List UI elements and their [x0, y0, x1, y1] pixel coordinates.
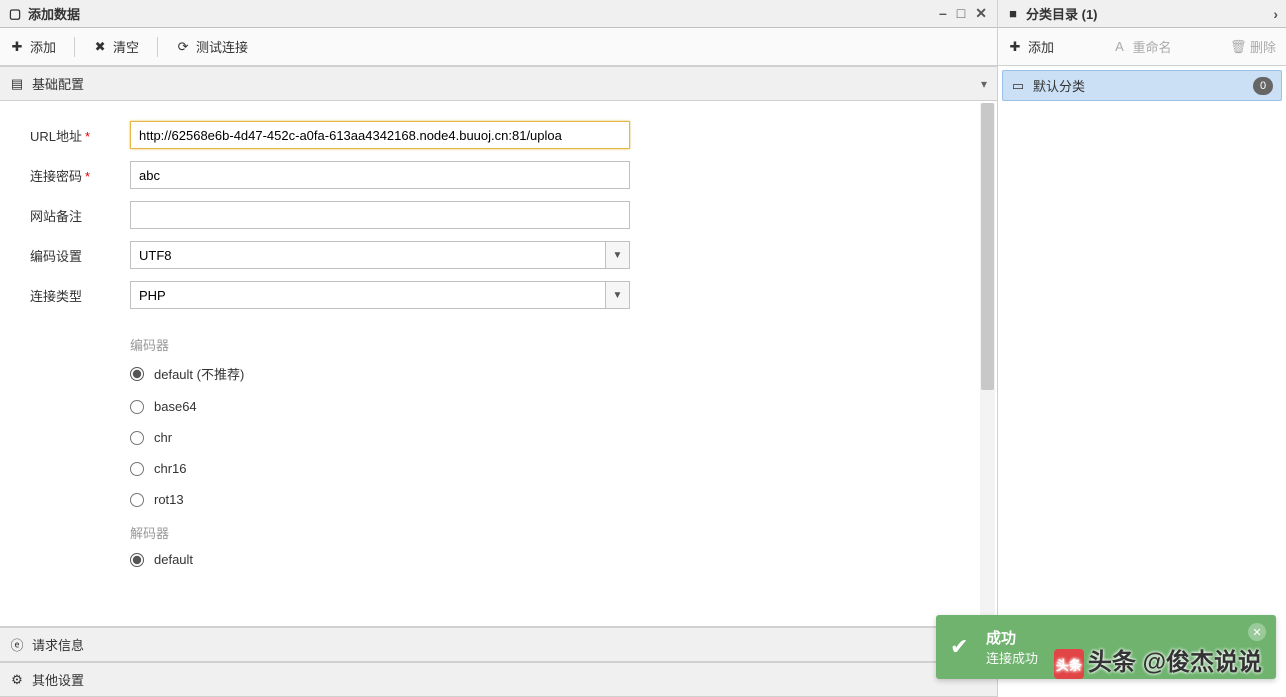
encoding-select[interactable] [130, 241, 630, 269]
tree-item-count-badge: 0 [1253, 77, 1273, 95]
right-rename-button[interactable]: A 重命名 [1112, 37, 1171, 56]
encoder-radio-chr16[interactable] [130, 462, 144, 476]
folder-open-icon: ▭ [1011, 78, 1025, 94]
right-delete-button[interactable]: 🗑 删除 [1230, 37, 1276, 56]
encoder-group-label: 编码器 [130, 335, 630, 354]
required-mark: * [85, 129, 90, 144]
document-icon: ▤ [10, 76, 24, 92]
url-label: URL地址 [30, 129, 82, 144]
spinner-icon: ⟳ [176, 39, 190, 55]
right-delete-label: 删除 [1250, 37, 1276, 56]
type-label: 连接类型 [30, 289, 82, 304]
toast-title: 成功 [986, 627, 1236, 648]
window-icon: ▢ [8, 6, 22, 22]
encoder-option[interactable]: chr16 [130, 461, 630, 476]
success-toast: ✔ ✕ 成功 连接成功 [936, 615, 1276, 679]
tree-item-default[interactable]: ▭ 默认分类 0 [1002, 70, 1282, 101]
note-label: 网站备注 [30, 209, 82, 224]
section-other-label: 其他设置 [32, 670, 84, 689]
toast-close-button[interactable]: ✕ [1248, 623, 1266, 641]
toolbar-separator [74, 37, 75, 57]
clear-label: 清空 [113, 37, 139, 56]
encoder-radio-base64[interactable] [130, 400, 144, 414]
encoder-radio-label: chr16 [154, 461, 187, 476]
note-input[interactable] [130, 201, 630, 229]
globe-icon: ⓔ [10, 635, 24, 654]
scroll-thumb[interactable] [981, 103, 994, 390]
encoder-radio-default[interactable] [130, 367, 144, 381]
encoder-option[interactable]: rot13 [130, 492, 630, 507]
tree-item-label: 默认分类 [1033, 76, 1085, 95]
trash-icon: 🗑 [1230, 39, 1244, 55]
section-request-label: 请求信息 [32, 635, 84, 654]
gear-icon: ⚙ [10, 672, 24, 688]
collapse-right-button[interactable]: › [1273, 6, 1278, 22]
decoder-radio-default[interactable] [130, 553, 144, 567]
section-basic-label: 基础配置 [32, 74, 84, 93]
encoder-radio-label: base64 [154, 399, 197, 414]
encoder-option[interactable]: base64 [130, 399, 630, 414]
section-request-header[interactable]: ⓔ 请求信息 [0, 627, 997, 662]
chevron-down-icon: ▾ [981, 77, 987, 91]
font-icon: A [1112, 39, 1126, 54]
close-button[interactable]: ✕ [973, 5, 989, 22]
password-label: 连接密码 [30, 169, 82, 184]
scrollbar[interactable] [980, 103, 995, 624]
toast-message: 连接成功 [986, 648, 1236, 667]
encoding-label: 编码设置 [30, 249, 82, 264]
category-tree: ▭ 默认分类 0 [998, 66, 1286, 697]
clear-button[interactable]: ✖ 清空 [93, 37, 139, 56]
password-input[interactable] [130, 161, 630, 189]
folder-icon: ■ [1006, 6, 1020, 21]
right-toolbar: ✚ 添加 A 重命名 🗑 删除 [998, 28, 1286, 66]
encoding-dropdown-button[interactable]: ▼ [605, 242, 629, 268]
test-label: 测试连接 [196, 37, 248, 56]
x-icon: ✖ [93, 39, 107, 55]
main-toolbar: ✚ 添加 ✖ 清空 ⟳ 测试连接 [0, 28, 997, 66]
encoder-radio-chr[interactable] [130, 431, 144, 445]
required-mark: * [85, 169, 90, 184]
decoder-group-label: 解码器 [130, 523, 630, 542]
toolbar-separator [157, 37, 158, 57]
section-basic-header[interactable]: ▤ 基础配置 ▾ [0, 66, 997, 101]
encoder-option[interactable]: chr [130, 430, 630, 445]
window-title-bar: ▢ 添加数据 – □ ✕ [0, 0, 997, 28]
minimize-button[interactable]: – [937, 5, 949, 22]
right-rename-label: 重命名 [1132, 37, 1171, 56]
add-label: 添加 [30, 37, 56, 56]
plus-circle-icon: ✚ [10, 39, 24, 55]
decoder-radio-label: default [154, 552, 193, 567]
right-add-label: 添加 [1028, 37, 1054, 56]
decoder-option[interactable]: default [130, 552, 630, 567]
right-panel-title: 分类目录 (1) [1026, 4, 1098, 23]
maximize-button[interactable]: □ [955, 5, 967, 22]
url-input[interactable] [130, 121, 630, 149]
encoder-radio-rot13[interactable] [130, 493, 144, 507]
right-add-button[interactable]: ✚ 添加 [1008, 37, 1054, 56]
encoder-radio-label: rot13 [154, 492, 184, 507]
form-area: URL地址* 连接密码* 网站备注 [0, 101, 997, 627]
check-icon: ✔ [950, 634, 968, 660]
encoder-radio-label: chr [154, 430, 172, 445]
type-dropdown-button[interactable]: ▼ [605, 282, 629, 308]
encoder-radio-label: default (不推荐) [154, 364, 244, 383]
encoder-option[interactable]: default (不推荐) [130, 364, 630, 383]
plus-circle-icon: ✚ [1008, 39, 1022, 55]
add-button[interactable]: ✚ 添加 [10, 37, 56, 56]
window-title: 添加数据 [28, 4, 80, 23]
type-select[interactable] [130, 281, 630, 309]
section-other-header[interactable]: ⚙ 其他设置 [0, 662, 997, 697]
test-connection-button[interactable]: ⟳ 测试连接 [176, 37, 248, 56]
right-panel-title-bar: ■ 分类目录 (1) › [998, 0, 1286, 28]
